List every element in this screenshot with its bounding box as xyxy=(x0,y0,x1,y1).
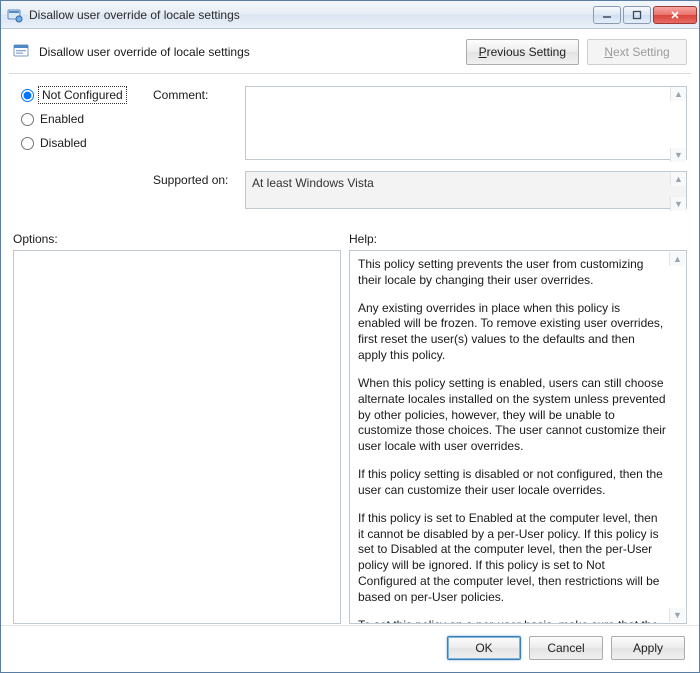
apply-button[interactable]: Apply xyxy=(611,636,685,660)
footer: OK Cancel Apply xyxy=(1,625,699,672)
help-paragraph: To set this policy on a per-user basis, … xyxy=(358,618,666,624)
next-setting-button: Next Setting xyxy=(587,39,687,65)
fields: Comment: ▲ ▼ Supported on: ▲ ▼ xyxy=(153,86,687,220)
cancel-button[interactable]: Cancel xyxy=(529,636,603,660)
nav-buttons: Previous Setting Next Setting xyxy=(466,39,687,65)
ok-button[interactable]: OK xyxy=(447,636,521,660)
help-label: Help: xyxy=(349,232,377,246)
radio-disabled[interactable]: Disabled xyxy=(21,136,153,150)
help-paragraph: When this policy setting is enabled, use… xyxy=(358,376,666,455)
help-paragraph: If this policy setting is disabled or no… xyxy=(358,467,666,499)
scroll-up-icon: ▲ xyxy=(669,252,685,266)
panes: This policy setting prevents the user fr… xyxy=(1,250,699,619)
close-button[interactable] xyxy=(653,6,697,24)
supported-row: Supported on: ▲ ▼ xyxy=(153,171,687,212)
previous-setting-button[interactable]: Previous Setting xyxy=(466,39,579,65)
supported-box: ▲ ▼ xyxy=(245,171,687,212)
settings-region: Not Configured Enabled Disabled Comment:… xyxy=(1,82,699,226)
minimize-button[interactable] xyxy=(593,6,621,24)
options-pane xyxy=(13,250,341,624)
comment-box: ▲ ▼ xyxy=(245,86,687,163)
window-title: Disallow user override of locale setting… xyxy=(29,8,593,22)
radio-not-configured[interactable]: Not Configured xyxy=(21,88,153,102)
help-paragraph: This policy setting prevents the user fr… xyxy=(358,257,666,289)
comment-input[interactable] xyxy=(245,86,687,160)
help-paragraph: Any existing overrides in place when thi… xyxy=(358,301,666,364)
dialog-window: Disallow user override of locale setting… xyxy=(0,0,700,673)
radio-not-configured-input[interactable] xyxy=(21,89,34,102)
state-radios: Not Configured Enabled Disabled xyxy=(21,86,153,220)
radio-disabled-input[interactable] xyxy=(21,137,34,150)
radio-disabled-label: Disabled xyxy=(40,136,87,150)
maximize-button[interactable] xyxy=(623,6,651,24)
titlebar[interactable]: Disallow user override of locale setting… xyxy=(1,1,699,29)
help-pane[interactable]: This policy setting prevents the user fr… xyxy=(349,250,687,624)
app-icon xyxy=(7,7,23,23)
scroll-down-icon: ▼ xyxy=(669,608,685,622)
divider xyxy=(9,73,691,74)
window-controls xyxy=(593,6,697,24)
policy-icon xyxy=(13,43,31,61)
radio-enabled[interactable]: Enabled xyxy=(21,112,153,126)
supported-value xyxy=(245,171,687,209)
help-paragraph: If this policy is set to Enabled at the … xyxy=(358,511,666,606)
policy-title: Disallow user override of locale setting… xyxy=(39,45,466,59)
comment-row: Comment: ▲ ▼ xyxy=(153,86,687,163)
comment-label: Comment: xyxy=(153,86,245,102)
header: Disallow user override of locale setting… xyxy=(1,29,699,73)
radio-enabled-input[interactable] xyxy=(21,113,34,126)
scrollbar-stub: ▲ ▼ xyxy=(669,252,685,622)
options-label: Options: xyxy=(13,232,349,246)
pane-labels: Options: Help: xyxy=(1,226,699,250)
radio-not-configured-label: Not Configured xyxy=(40,88,125,102)
supported-label: Supported on: xyxy=(153,171,245,187)
radio-enabled-label: Enabled xyxy=(40,112,84,126)
